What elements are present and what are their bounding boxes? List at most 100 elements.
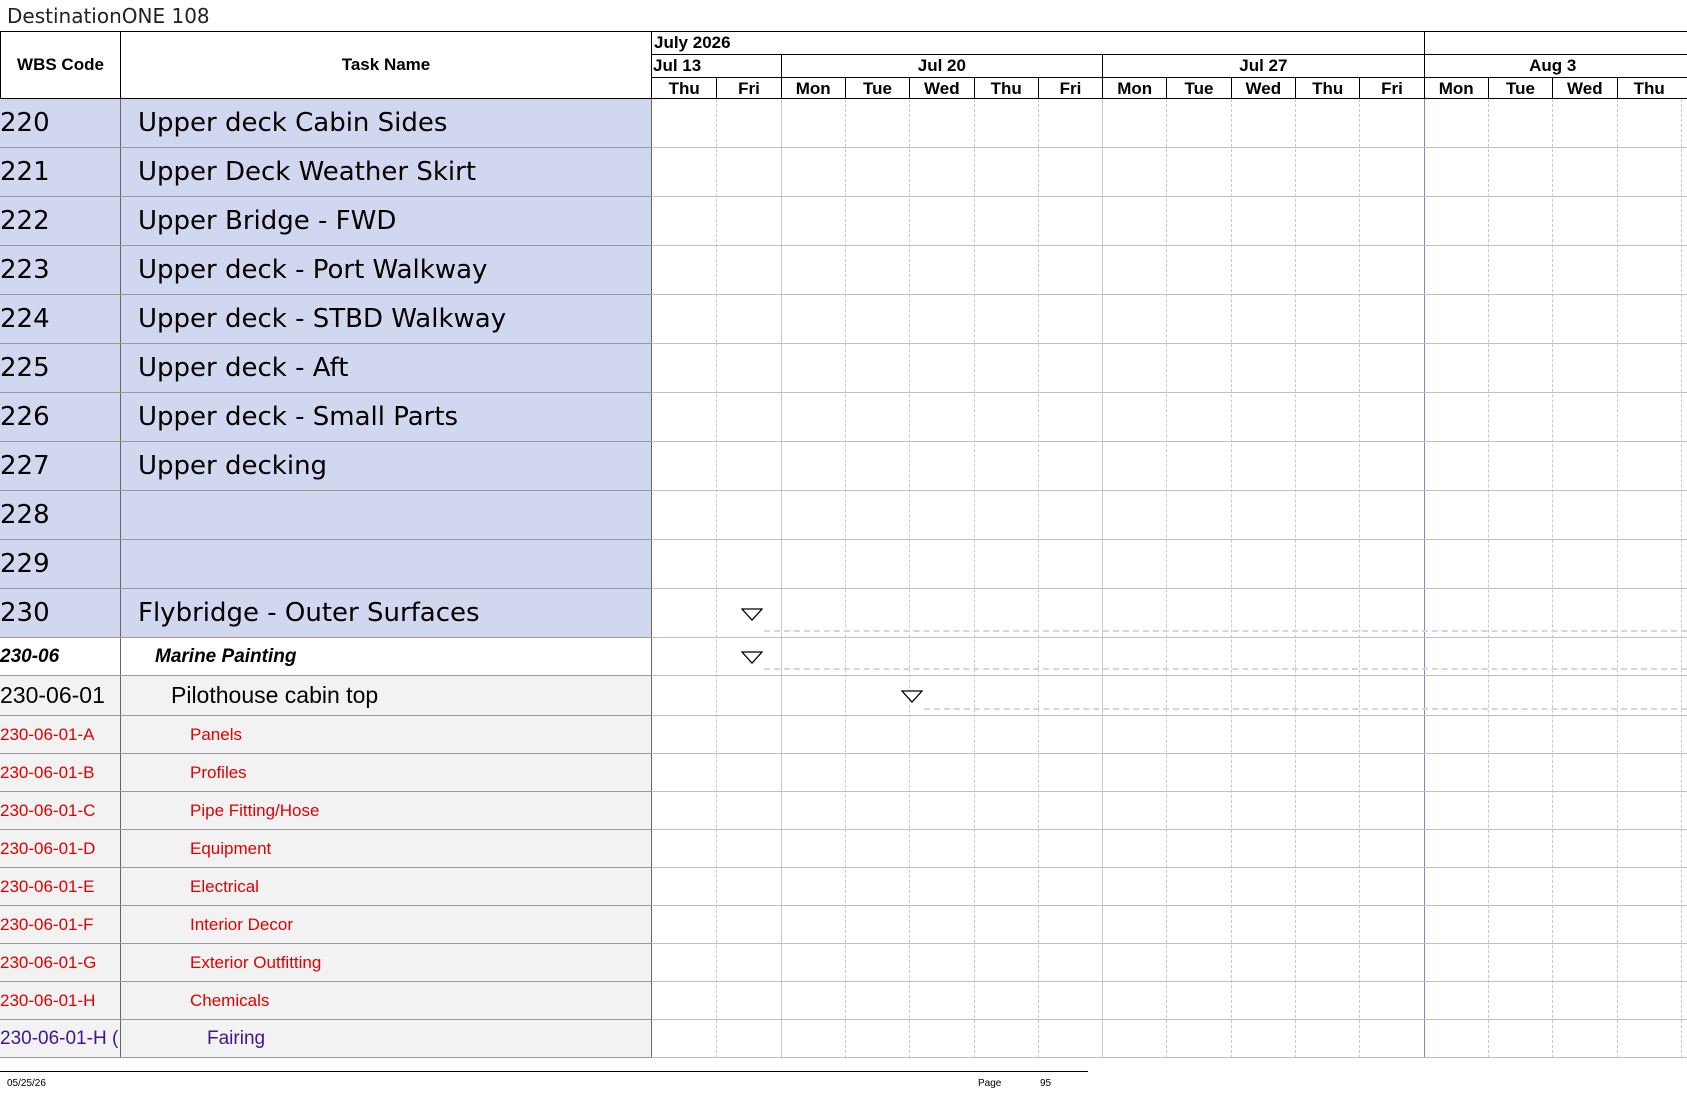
day-grid-line: [1102, 99, 1104, 1058]
task-row[interactable]: 230-06-01-D Equipment: [0, 830, 652, 868]
day-grid-line: [780, 99, 782, 1058]
task-name-cell: Panels: [121, 716, 652, 753]
day-grid-line: [1359, 99, 1361, 1058]
task-name-cell: Upper deck - Port Walkway: [121, 246, 652, 294]
task-name-cell: Chemicals: [121, 982, 652, 1019]
row-grid-line: [652, 675, 1687, 676]
day-grid-line: [1295, 99, 1296, 1058]
task-name-cell: Upper decking: [121, 442, 652, 490]
timeline-day-label: Fri: [1037, 78, 1102, 99]
task-row[interactable]: 221 Upper Deck Weather Skirt: [0, 148, 652, 197]
timeline-day-label: Tue: [1487, 78, 1552, 99]
task-row[interactable]: 230-06-01 Pilothouse cabin top: [0, 676, 652, 716]
task-name-cell: Profiles: [121, 754, 652, 791]
row-grid-line: [652, 905, 1687, 906]
wbs-code-cell: 224: [0, 295, 121, 343]
wbs-code-cell: 228: [0, 491, 121, 539]
wbs-code-cell: 220: [0, 99, 121, 147]
wbs-code-cell: 230: [0, 589, 121, 637]
row-grid-line: [652, 753, 1687, 754]
month-boundary-line: [1423, 99, 1425, 1058]
wbs-code-cell: 230-06-01-H: [0, 982, 121, 1019]
wbs-code-cell: 226: [0, 393, 121, 441]
summary-task-span-line: [763, 668, 1687, 670]
task-row[interactable]: 227 Upper decking: [0, 442, 652, 491]
gantt-sheet: WBS Code Task Name July 2026 Jul 13 Jul 20…: [0, 31, 1687, 1058]
footer-date: 05/25/26: [7, 1078, 46, 1089]
gantt-chart-area[interactable]: [652, 99, 1687, 1089]
task-row[interactable]: 222 Upper Bridge - FWD: [0, 197, 652, 246]
task-name-cell: Pilothouse cabin top: [121, 676, 652, 715]
task-row[interactable]: 229: [0, 540, 652, 589]
task-row[interactable]: 230-06-01-E Electrical: [0, 868, 652, 906]
wbs-code-cell: 230-06-01-H (: [0, 1020, 121, 1057]
task-row[interactable]: 220 Upper deck Cabin Sides: [0, 99, 652, 148]
timeline-day-label: Wed: [909, 78, 973, 99]
task-name-cell: Exterior Outfitting: [121, 944, 652, 981]
timeline-day-label: Tue: [844, 78, 909, 99]
task-name-cell: Fairing: [121, 1020, 652, 1057]
row-grid-line: [652, 715, 1687, 716]
timeline-day-label: Thu: [668, 79, 700, 98]
row-grid-line: [652, 392, 1687, 393]
column-header-task[interactable]: Task Name: [121, 31, 652, 99]
row-grid-line: [652, 196, 1687, 197]
task-row[interactable]: 230-06-01-B Profiles: [0, 754, 652, 792]
task-row[interactable]: 224 Upper deck - STBD Walkway: [0, 295, 652, 344]
day-grid-line: [1680, 99, 1682, 1058]
task-row[interactable]: 228: [0, 491, 652, 540]
task-name-cell: Upper deck - STBD Walkway: [121, 295, 652, 343]
task-row[interactable]: 230-06 Marine Painting: [0, 638, 652, 676]
timeline-day-label: Mon: [780, 78, 845, 99]
task-row[interactable]: 230 Flybridge - Outer Surfaces: [0, 589, 652, 638]
task-row[interactable]: 230-06-01-A Panels: [0, 716, 652, 754]
row-grid-line: [652, 943, 1687, 944]
row-grid-line: [652, 245, 1687, 246]
timeline-day-label: Thu: [1616, 78, 1681, 99]
task-row[interactable]: 230-06-01-F Interior Decor: [0, 906, 652, 944]
day-grid-line: [844, 99, 846, 1058]
timeline-day-label: Wed: [1230, 78, 1295, 99]
wbs-code-cell: 227: [0, 442, 121, 490]
row-grid-line: [652, 147, 1687, 148]
day-grid-line: [1166, 99, 1168, 1058]
row-grid-line: [652, 441, 1687, 442]
task-name-cell: Marine Painting: [121, 638, 652, 675]
wbs-code-cell: 230-06-01-G: [0, 944, 121, 981]
wbs-code-cell: 221: [0, 148, 121, 196]
task-row[interactable]: 230-06-01-H Chemicals: [0, 982, 652, 1020]
column-header-wbs[interactable]: WBS Code: [0, 31, 121, 99]
task-name-cell: Flybridge - Outer Surfaces: [121, 589, 652, 637]
row-grid-line: [652, 539, 1687, 540]
task-name-cell: Upper deck Cabin Sides: [121, 99, 652, 147]
summary-task-span-line: [763, 630, 1687, 632]
day-grid-line: [1487, 99, 1489, 1058]
day-grid-line: [716, 99, 718, 1058]
task-row[interactable]: 230-06-01-H (Fairing: [0, 1020, 652, 1058]
task-row[interactable]: 226 Upper deck - Small Parts: [0, 393, 652, 442]
row-grid-line: [652, 343, 1687, 344]
footer-page-number: 95: [1040, 1078, 1052, 1089]
task-row[interactable]: 230-06-01-G Exterior Outfitting: [0, 944, 652, 982]
task-row[interactable]: 225 Upper deck - Aft: [0, 344, 652, 393]
wbs-code-cell: 222: [0, 197, 121, 245]
wbs-code-cell: 230-06-01-B: [0, 754, 121, 791]
timeline-week-label: Jul 13: [653, 56, 702, 75]
task-name-cell: [121, 491, 652, 539]
footer-divider: [0, 1071, 1088, 1072]
wbs-code-cell: 230-06-01-A: [0, 716, 121, 753]
day-grid-line: [1037, 99, 1039, 1058]
row-grid-line: [652, 829, 1687, 830]
day-grid-line: [909, 99, 911, 1058]
wbs-code-cell: 230-06: [0, 638, 121, 675]
timeline-day-label: Thu: [1295, 78, 1359, 99]
row-grid-line: [652, 588, 1687, 589]
row-grid-line: [652, 490, 1687, 491]
row-grid-line: [652, 637, 1687, 638]
task-name-cell: Upper deck - Small Parts: [121, 393, 652, 441]
wbs-code-cell: 225: [0, 344, 121, 392]
task-row[interactable]: 223 Upper deck - Port Walkway: [0, 246, 652, 295]
timeline-day-label: Thu: [973, 78, 1038, 99]
task-name-cell: Interior Decor: [121, 906, 652, 943]
task-row[interactable]: 230-06-01-C Pipe Fitting/Hose: [0, 792, 652, 830]
